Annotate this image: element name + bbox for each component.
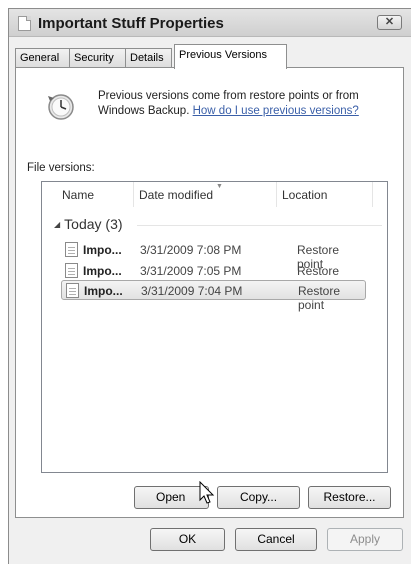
list-item[interactable]: Impo... 3/31/2009 7:05 PM Restore point: [61, 261, 366, 292]
cancel-button[interactable]: Cancel: [235, 528, 317, 551]
column-header-location[interactable]: Location: [277, 182, 373, 207]
collapse-arrow-icon[interactable]: ◢: [54, 220, 60, 229]
list-item[interactable]: Impo... 3/31/2009 7:08 PM Restore point: [61, 240, 366, 271]
date-modified: 3/31/2009 7:05 PM: [140, 264, 242, 278]
file-name: Impo...: [83, 243, 122, 257]
mouse-cursor-icon: [199, 481, 215, 504]
open-button[interactable]: Open: [134, 486, 209, 509]
file-name: Impo...: [84, 284, 123, 298]
clock-icon: [48, 94, 74, 120]
tab-security[interactable]: Security: [69, 48, 126, 68]
tab-general[interactable]: General: [15, 48, 70, 68]
group-label: Today (3): [64, 216, 123, 232]
close-button[interactable]: ✕: [377, 15, 402, 30]
apply-button[interactable]: Apply: [327, 528, 403, 551]
restore-button[interactable]: Restore...: [308, 486, 391, 509]
group-header-today[interactable]: ◢ Today (3): [54, 216, 123, 232]
title-bar[interactable]: Important Stuff Properties ✕: [9, 9, 411, 37]
column-header-date-modified[interactable]: Date modified: [134, 182, 277, 207]
ok-button[interactable]: OK: [150, 528, 225, 551]
date-modified: 3/31/2009 7:08 PM: [140, 243, 242, 257]
tab-details[interactable]: Details: [125, 48, 172, 68]
info-text: Previous versions come from restore poin…: [98, 89, 388, 119]
window-title: Important Stuff Properties: [38, 15, 224, 32]
sort-indicator-icon: ▼: [216, 183, 223, 190]
file-versions-label: File versions:: [27, 162, 95, 174]
previous-versions-panel: Previous versions come from restore poin…: [15, 67, 404, 518]
location: Restore point: [298, 284, 341, 312]
tab-previous-versions[interactable]: Previous Versions: [174, 44, 287, 69]
column-header-name[interactable]: Name: [42, 182, 134, 207]
file-name: Impo...: [83, 264, 122, 278]
copy-button[interactable]: Copy...: [217, 486, 300, 509]
file-icon: [66, 283, 79, 298]
file-icon: [65, 242, 78, 257]
date-modified: 3/31/2009 7:04 PM: [141, 284, 243, 298]
help-link[interactable]: How do I use previous versions?: [193, 105, 359, 117]
document-icon: [18, 16, 31, 31]
file-versions-list[interactable]: Name Date modified Location ▼ ◢ Today (3)…: [41, 181, 388, 473]
list-item-selected[interactable]: Impo... 3/31/2009 7:04 PM Restore point: [61, 280, 366, 312]
file-icon: [65, 263, 78, 278]
properties-dialog: Important Stuff Properties ✕ General Sec…: [8, 8, 411, 564]
group-divider: [137, 225, 382, 226]
